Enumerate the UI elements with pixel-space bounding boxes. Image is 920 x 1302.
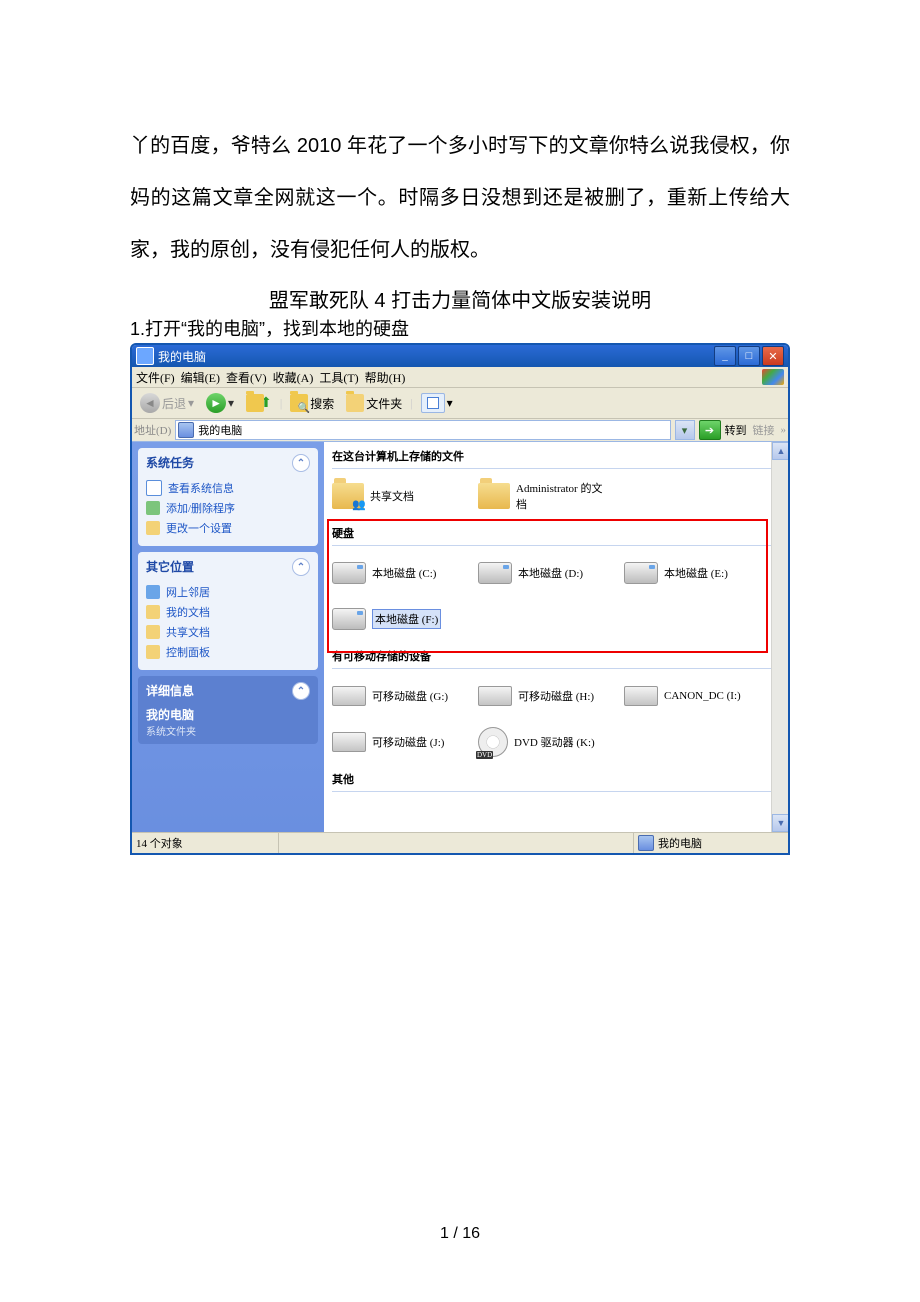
page-footer: 1 / 16 — [130, 1225, 790, 1243]
mycomputer-icon — [136, 347, 154, 365]
collapse-icon[interactable]: ⌃ — [292, 454, 310, 472]
mycomputer-icon — [178, 422, 194, 438]
place-controlpanel[interactable]: 控制面板 — [146, 642, 310, 662]
address-dropdown[interactable]: ▾ — [675, 420, 695, 440]
menu-file[interactable]: 文件(F) — [136, 369, 175, 386]
scrollbar[interactable]: ▲ ▼ — [771, 442, 788, 832]
usb-icon — [332, 686, 366, 706]
status-location: 我的电脑 — [633, 833, 788, 853]
scroll-down-button[interactable]: ▼ — [772, 814, 788, 832]
panel-system-tasks: 系统任务⌃ 查看系统信息 添加/删除程序 更改一个设置 — [138, 448, 318, 546]
menu-view[interactable]: 查看(V) — [226, 369, 267, 386]
folder-shared-docs[interactable]: 共享文档 — [332, 473, 478, 519]
views-button[interactable]: ▾ — [417, 392, 457, 414]
disk-icon — [332, 562, 366, 584]
titlebar[interactable]: 我的电脑 _ □ ✕ — [132, 345, 788, 367]
step-1: 1.打开“我的电脑”，找到本地的硬盘 — [130, 315, 790, 341]
section-files: 在这台计算机上存储的文件 — [324, 442, 788, 468]
folder-icon — [332, 483, 364, 509]
panel-details: 详细信息⌃ 我的电脑 系统文件夹 — [138, 676, 318, 744]
menu-help[interactable]: 帮助(H) — [365, 369, 406, 386]
content-area: 在这台计算机上存储的文件 共享文档 Administrator 的文档 硬盘 本… — [324, 442, 788, 832]
removable-i[interactable]: CANON_DC (I:) — [624, 673, 770, 719]
menu-tools[interactable]: 工具(T) — [319, 369, 358, 386]
back-button[interactable]: ◄后退▾ — [136, 392, 198, 414]
task-settings[interactable]: 更改一个设置 — [146, 518, 310, 538]
place-mydocs[interactable]: 我的文档 — [146, 602, 310, 622]
task-sysinfo[interactable]: 查看系统信息 — [146, 478, 310, 498]
intro-paragraph: 丫的百度，爷特么 2010 年花了一个多小时写下的文章你特么说我侵权，你妈的这篇… — [130, 120, 790, 276]
window-title: 我的电脑 — [158, 348, 206, 365]
windows-flag-icon — [762, 369, 784, 385]
xp-window: 我的电脑 _ □ ✕ 文件(F) 编辑(E) 查看(V) 收藏(A) 工具(T)… — [130, 343, 790, 855]
place-shared[interactable]: 共享文档 — [146, 622, 310, 642]
usb-icon — [332, 732, 366, 752]
toolbar: ◄后退▾ ►▾ ⬆ | 搜索 文件夹 | ▾ — [132, 388, 788, 419]
place-network[interactable]: 网上邻居 — [146, 582, 310, 602]
removable-g[interactable]: 可移动磁盘 (G:) — [332, 673, 478, 719]
up-button[interactable]: ⬆ — [242, 392, 276, 414]
minimize-button[interactable]: _ — [714, 346, 736, 366]
removable-j[interactable]: 可移动磁盘 (J:) — [332, 719, 478, 765]
mycomputer-icon — [638, 835, 654, 851]
usb-icon — [478, 686, 512, 706]
subtitle: 盟军敢死队 4 打击力量简体中文版安装说明 — [130, 284, 790, 313]
task-addremove[interactable]: 添加/删除程序 — [146, 498, 310, 518]
maximize-button[interactable]: □ — [738, 346, 760, 366]
dvd-k[interactable]: DVD 驱动器 (K:) — [478, 719, 624, 765]
usb-icon — [624, 686, 658, 706]
addressbar: 地址(D) 我的电脑 ▾ ➔ 转到 链接 » — [132, 419, 788, 442]
go-button[interactable]: ➔ — [699, 420, 721, 440]
section-other: 其他 — [324, 765, 788, 791]
go-label: 转到 — [725, 422, 747, 438]
address-field[interactable]: 我的电脑 — [175, 420, 670, 440]
scroll-up-button[interactable]: ▲ — [772, 442, 788, 460]
statusbar: 14 个对象 我的电脑 — [132, 832, 788, 853]
search-button[interactable]: 搜索 — [286, 392, 338, 414]
collapse-icon[interactable]: ⌃ — [292, 682, 310, 700]
folder-icon — [478, 483, 510, 509]
disk-icon — [624, 562, 658, 584]
menubar: 文件(F) 编辑(E) 查看(V) 收藏(A) 工具(T) 帮助(H) — [132, 367, 788, 388]
forward-button[interactable]: ►▾ — [202, 392, 238, 414]
panel-other-places: 其它位置⌃ 网上邻居 我的文档 共享文档 控制面板 — [138, 552, 318, 670]
close-button[interactable]: ✕ — [762, 346, 784, 366]
address-label: 地址(D) — [134, 422, 171, 438]
folders-button[interactable]: 文件夹 — [342, 392, 406, 414]
collapse-icon[interactable]: ⌃ — [292, 558, 310, 576]
menu-edit[interactable]: 编辑(E) — [181, 369, 220, 386]
folder-admin-docs[interactable]: Administrator 的文档 — [478, 473, 624, 519]
status-count: 14 个对象 — [132, 833, 279, 853]
disk-icon — [332, 608, 366, 630]
dvd-icon — [478, 727, 508, 757]
red-highlight-box — [327, 519, 768, 653]
removable-h[interactable]: 可移动磁盘 (H:) — [478, 673, 624, 719]
links-label[interactable]: 链接 — [753, 422, 775, 438]
sidebar: 系统任务⌃ 查看系统信息 添加/删除程序 更改一个设置 其它位置⌃ 网上邻居 我… — [132, 442, 324, 832]
menu-fav[interactable]: 收藏(A) — [273, 369, 314, 386]
disk-icon — [478, 562, 512, 584]
